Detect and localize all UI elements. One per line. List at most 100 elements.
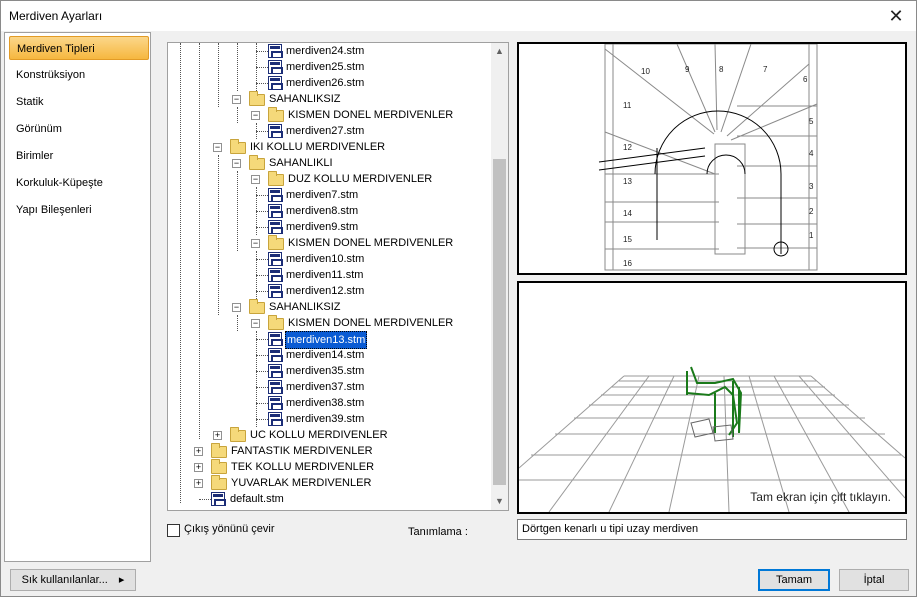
tree-node-label: merdiven7.stm <box>286 189 359 201</box>
step-number: 6 <box>803 75 808 84</box>
step-number: 11 <box>623 101 632 110</box>
stair-file-icon <box>268 220 283 234</box>
description-field[interactable]: Dörtgen kenarlı u tipi uzay merdiven <box>517 519 907 540</box>
stair-file-icon <box>268 380 283 394</box>
sidebar-item-stair-types[interactable]: Merdiven Tipleri <box>9 36 149 60</box>
step-number: 4 <box>809 149 814 158</box>
sidebar-item-construction[interactable]: Konstrüksiyon <box>9 63 149 87</box>
scroll-thumb[interactable] <box>493 159 506 485</box>
folder-icon <box>268 315 284 330</box>
sidebar-item-statics[interactable]: Statik <box>9 90 149 114</box>
sidebar-item-appearance[interactable]: Görünüm <box>9 117 149 141</box>
step-number: 7 <box>763 65 768 74</box>
tree-node-label: TEK KOLLU MERDIVENLER <box>231 461 375 473</box>
folder-icon <box>268 171 284 186</box>
reverse-exit-checkbox[interactable] <box>167 524 180 537</box>
collapse-icon[interactable]: − <box>251 175 260 184</box>
sidebar-item-label: Merdiven Tipleri <box>17 43 95 55</box>
sidebar-item-label: Statik <box>16 96 44 108</box>
stair-file-icon <box>268 364 283 378</box>
sidebar-item-label: Birimler <box>16 150 54 162</box>
step-number: 10 <box>641 67 650 76</box>
sidebar-item-label: Konstrüksiyon <box>16 69 86 81</box>
collapse-icon[interactable]: − <box>251 111 260 120</box>
sidebar-item-label: Yapı Bileşenleri <box>16 204 92 216</box>
tree-node-label: SAHANLIKLI <box>269 157 333 169</box>
scroll-up-icon[interactable]: ▲ <box>491 43 508 60</box>
step-number: 14 <box>623 209 632 218</box>
tree-node-label: merdiven9.stm <box>286 221 359 233</box>
tree-node-label: merdiven26.stm <box>286 77 365 89</box>
folder-icon <box>249 91 265 106</box>
folder-icon <box>211 443 227 458</box>
folder-icon <box>268 107 284 122</box>
stair-file-icon <box>211 492 226 506</box>
close-icon[interactable]: ✕ <box>882 3 910 29</box>
sidebar-item-units[interactable]: Birimler <box>9 144 149 168</box>
stair-plan-drawing: 10 9 8 7 6 5 4 3 2 1 11 12 13 14 15 16 <box>598 43 818 271</box>
step-number: 3 <box>809 182 814 191</box>
favorites-label: Sık kullanılanlar... <box>21 574 108 586</box>
tree-node-label: merdiven8.stm <box>286 205 359 217</box>
expand-icon[interactable]: + <box>213 431 222 440</box>
ok-button[interactable]: Tamam <box>758 569 830 591</box>
tree-node-label: KISMEN DONEL MERDIVENLER <box>288 317 454 329</box>
expand-icon[interactable]: + <box>194 463 203 472</box>
tree-node-label: merdiven12.stm <box>286 285 365 297</box>
scroll-down-icon[interactable]: ▼ <box>491 493 508 510</box>
tree-node-label: merdiven39.stm <box>286 413 365 425</box>
tree-node-label: merdiven37.stm <box>286 381 365 393</box>
folder-icon <box>249 155 265 170</box>
fullscreen-hint: Tam ekran için çift tıklayın. <box>750 490 891 504</box>
expand-icon[interactable]: + <box>194 479 203 488</box>
stair-file-icon <box>268 204 283 218</box>
settings-sidebar: Merdiven Tipleri Konstrüksiyon Statik Gö… <box>4 32 151 562</box>
window-title: Merdiven Ayarları <box>9 9 103 23</box>
step-number: 15 <box>623 235 632 244</box>
collapse-icon[interactable]: − <box>232 159 241 168</box>
tree-node-label: merdiven38.stm <box>286 397 365 409</box>
folder-icon <box>230 139 246 154</box>
folder-icon <box>268 235 284 250</box>
tree-node-label: merdiven14.stm <box>286 349 365 361</box>
collapse-icon[interactable]: − <box>232 95 241 104</box>
stair-file-icon <box>268 188 283 202</box>
stair-file-icon <box>268 268 283 282</box>
stair-file-icon <box>268 348 283 362</box>
tree-node-label: UC KOLLU MERDIVENLER <box>250 429 388 441</box>
tree-scrollbar[interactable]: ▲ ▼ <box>491 43 508 510</box>
sidebar-item-railing[interactable]: Korkuluk-Küpeşte <box>9 171 149 195</box>
step-number: 1 <box>809 231 814 240</box>
tree-node-label: IKI KOLLU MERDIVENLER <box>250 141 386 153</box>
cancel-button[interactable]: İptal <box>839 569 909 591</box>
tree-node-label: merdiven27.stm <box>286 125 365 137</box>
step-number: 12 <box>623 143 632 152</box>
step-number: 2 <box>809 207 814 216</box>
tree-node-label: KISMEN DONEL MERDIVENLER <box>288 109 454 121</box>
collapse-icon[interactable]: − <box>232 303 241 312</box>
sidebar-item-label: Görünüm <box>16 123 62 135</box>
collapse-icon[interactable]: − <box>213 143 222 152</box>
folder-icon <box>211 459 227 474</box>
stair-type-tree[interactable]: merdiven24.stm merdiven25.stm merdiven26… <box>167 42 509 511</box>
sidebar-item-label: Korkuluk-Küpeşte <box>16 177 103 189</box>
expand-icon[interactable]: + <box>194 447 203 456</box>
chevron-right-icon: ▸ <box>118 574 125 586</box>
tree-node-label: SAHANLIKSIZ <box>269 301 341 313</box>
stair-file-icon <box>268 44 283 58</box>
tree-node-label: SAHANLIKSIZ <box>269 93 341 105</box>
favorites-button[interactable]: Sık kullanılanlar... ▸ <box>10 569 136 591</box>
collapse-icon[interactable]: − <box>251 239 260 248</box>
step-number: 13 <box>623 177 632 186</box>
step-number: 8 <box>719 65 724 74</box>
sidebar-item-components[interactable]: Yapı Bileşenleri <box>9 198 149 222</box>
tree-node-label: merdiven35.stm <box>286 365 365 377</box>
stair-file-icon <box>268 124 283 138</box>
step-number: 16 <box>623 259 632 268</box>
collapse-icon[interactable]: − <box>251 319 260 328</box>
plan-preview: 10 9 8 7 6 5 4 3 2 1 11 12 13 14 15 16 <box>517 42 907 275</box>
3d-preview[interactable]: Tam ekran için çift tıklayın. <box>517 281 907 514</box>
tree-node-label: merdiven10.stm <box>286 253 365 265</box>
step-number: 5 <box>809 117 814 126</box>
stair-settings-dialog: Merdiven Ayarları ✕ Merdiven Tipleri Kon… <box>0 0 917 597</box>
